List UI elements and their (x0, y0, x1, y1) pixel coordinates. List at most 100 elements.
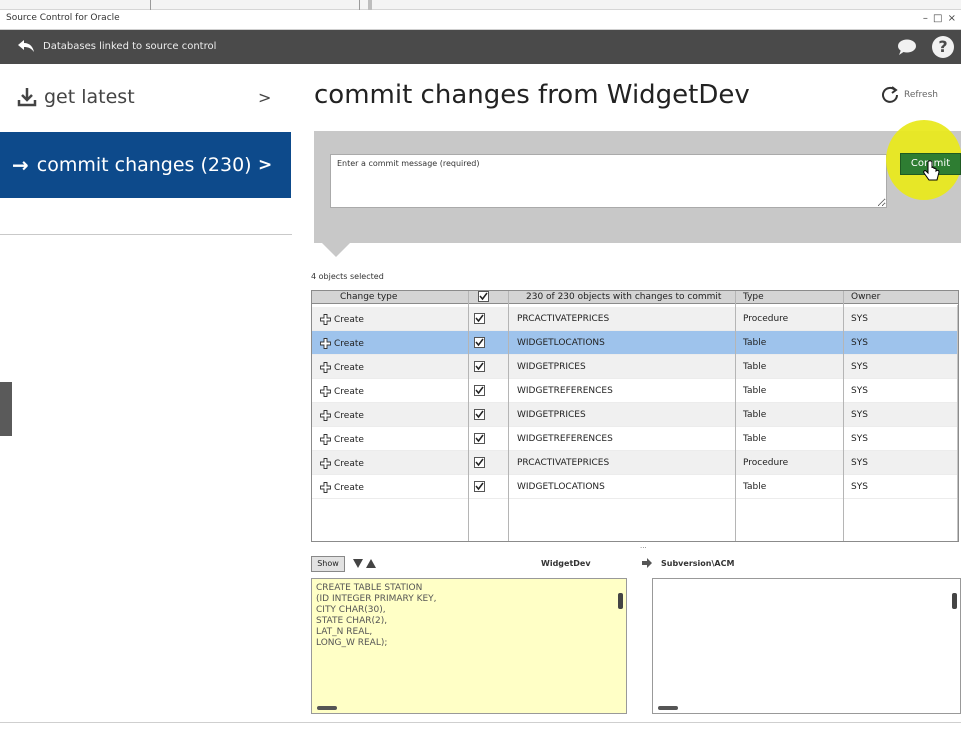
table-row[interactable]: Create WIDGETPRICES Table SYS (312, 355, 958, 379)
object-type-cell: Procedure (743, 458, 789, 468)
table-row[interactable]: Create WIDGETLOCATIONS Table SYS (312, 475, 958, 499)
create-plus-icon (320, 482, 331, 493)
owner-cell: SYS (851, 458, 868, 468)
change-type-label: Create (334, 434, 364, 445)
row-checkbox[interactable] (474, 457, 485, 468)
direction-arrow-icon (642, 558, 652, 568)
left-edge-block (0, 382, 12, 436)
diff-toolbar: Show WidgetDev Subversion\ACM (311, 555, 961, 575)
table-header: Change type 230 of 230 objects with chan… (312, 291, 958, 305)
scrollbar-thumb[interactable] (658, 706, 678, 710)
previous-difference-icon[interactable] (366, 559, 376, 568)
help-icon[interactable]: ? (932, 36, 954, 58)
download-icon (17, 88, 37, 107)
chevron-right-icon: > (258, 155, 273, 175)
scrollbar-thumb[interactable] (317, 706, 337, 710)
change-type-cell: Create (320, 482, 364, 493)
row-checkbox[interactable] (474, 433, 485, 444)
column-divider (468, 291, 469, 541)
column-divider (843, 291, 844, 541)
window-controls[interactable]: – □ × (923, 13, 957, 24)
source-code-pane[interactable]: CREATE TABLE STATION (ID INTEGER PRIMARY… (311, 578, 627, 714)
background-window-strip (0, 0, 961, 10)
scrollbar-thumb[interactable] (618, 593, 623, 609)
background-tab (150, 0, 360, 10)
header-change-type[interactable]: Change type (340, 292, 397, 302)
header-select-all-checkbox[interactable] (478, 291, 489, 305)
object-name-cell: WIDGETPRICES (517, 410, 586, 420)
chevron-right-icon: > (258, 87, 272, 107)
checkbox-checked-icon (474, 457, 485, 468)
change-type-label: Create (334, 314, 364, 325)
refresh-button[interactable]: Refresh (880, 85, 938, 105)
bottom-divider (0, 722, 961, 723)
row-checkbox[interactable] (474, 313, 485, 324)
header-type[interactable]: Type (743, 292, 764, 302)
change-type-cell: Create (320, 362, 364, 373)
owner-cell: SYS (851, 386, 868, 396)
change-type-label: Create (334, 482, 364, 493)
create-plus-icon (320, 458, 331, 469)
row-checkbox[interactable] (474, 481, 485, 492)
object-name-cell: WIDGETPRICES (517, 362, 586, 372)
nav-commit-changes[interactable]: → commit changes (230) > (0, 132, 291, 198)
scrollbar-thumb[interactable] (952, 593, 957, 609)
chat-icon[interactable] (896, 38, 918, 56)
table-row[interactable]: Create PRCACTIVATEPRICES Procedure SYS (312, 307, 958, 331)
refresh-icon (882, 86, 898, 103)
column-divider (508, 291, 509, 541)
object-name-cell: WIDGETLOCATIONS (517, 338, 605, 348)
hand-cursor-icon (923, 160, 940, 181)
window-title: Source Control for Oracle (6, 13, 120, 23)
pane-splitter[interactable]: ··· (640, 544, 647, 552)
target-pane-scrollbar[interactable] (952, 583, 958, 701)
next-difference-icon[interactable] (353, 559, 363, 568)
show-button[interactable]: Show (311, 556, 345, 572)
row-checkbox[interactable] (474, 385, 485, 396)
object-name-cell: PRCACTIVATEPRICES (517, 458, 610, 468)
create-plus-icon (320, 434, 331, 445)
back-to-databases-button[interactable]: Databases linked to source control (16, 38, 216, 54)
object-type-cell: Table (743, 410, 767, 420)
table-scrollbar[interactable] (957, 305, 958, 541)
checkbox-checked-icon (474, 385, 485, 396)
nav-commit-changes-label: commit changes (230) (36, 154, 252, 176)
change-type-label: Create (334, 338, 364, 349)
table-row[interactable]: Create WIDGETLOCATIONS Table SYS (312, 331, 958, 355)
row-checkbox[interactable] (474, 409, 485, 420)
title-bar: Source Control for Oracle – □ × (0, 10, 961, 30)
object-name-cell: PRCACTIVATEPRICES (517, 314, 610, 324)
owner-cell: SYS (851, 482, 868, 492)
header-owner[interactable]: Owner (851, 292, 880, 302)
create-plus-icon (320, 386, 331, 397)
checkbox-checked-icon (474, 481, 485, 492)
change-type-cell: Create (320, 386, 364, 397)
object-name-cell: WIDGETREFERENCES (517, 386, 613, 396)
object-type-cell: Table (743, 434, 767, 444)
change-type-cell: Create (320, 338, 364, 349)
commit-message-input[interactable] (330, 154, 887, 208)
changes-table: Change type 230 of 230 objects with chan… (311, 290, 959, 542)
target-code-pane[interactable] (652, 578, 961, 714)
page-title: commit changes from WidgetDev (314, 80, 750, 110)
table-row[interactable]: Create PRCACTIVATEPRICES Procedure SYS (312, 451, 958, 475)
table-row[interactable]: Create WIDGETREFERENCES Table SYS (312, 427, 958, 451)
row-checkbox[interactable] (474, 337, 485, 348)
create-plus-icon (320, 410, 331, 421)
source-pane-hscrollbar[interactable] (315, 706, 623, 712)
target-repository-label: Subversion\ACM (661, 559, 735, 568)
object-type-cell: Table (743, 386, 767, 396)
row-checkbox[interactable] (474, 361, 485, 372)
table-row[interactable]: Create WIDGETPRICES Table SYS (312, 403, 958, 427)
target-pane-hscrollbar[interactable] (656, 706, 956, 712)
source-database-label: WidgetDev (541, 559, 591, 568)
source-pane-scrollbar[interactable] (618, 583, 624, 701)
checkbox-checked-icon (478, 291, 489, 302)
owner-cell: SYS (851, 314, 868, 324)
header-object-name[interactable]: 230 of 230 objects with changes to commi… (526, 292, 721, 302)
checkbox-checked-icon (474, 409, 485, 420)
object-type-cell: Table (743, 482, 767, 492)
object-type-cell: Procedure (743, 314, 789, 324)
nav-get-latest[interactable]: get latest > (0, 76, 291, 118)
table-row[interactable]: Create WIDGETREFERENCES Table SYS (312, 379, 958, 403)
